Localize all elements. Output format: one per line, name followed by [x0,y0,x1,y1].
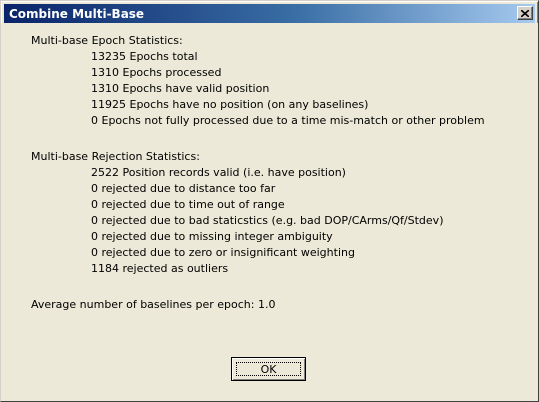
combine-multi-base-dialog: Combine Multi-Base Multi-base Epoch Stat… [0,0,539,402]
rejection-stat-line: 1184 rejected as outliers [91,262,229,275]
title-bar[interactable]: Combine Multi-Base [4,4,535,23]
rejection-stat-line: 2522 Position records valid (i.e. have p… [91,166,346,179]
epoch-stat-line: 1310 Epochs processed [91,66,222,79]
window-title: Combine Multi-Base [9,6,145,21]
rejection-stat-line: 0 rejected due to distance too far [91,182,276,195]
close-icon [521,9,529,17]
rejection-stat-line: 0 rejected due to missing integer ambigu… [91,230,333,243]
ok-button-label: OK [260,362,277,376]
rejection-statistics-heading: Multi-base Rejection Statistics: [31,150,200,163]
rejection-stat-line: 0 rejected due to zero or insignificant … [91,246,355,259]
rejection-stat-line: 0 rejected due to bad staticstics (e.g. … [91,214,444,227]
close-button[interactable] [517,6,533,20]
ok-button[interactable]: OK [231,357,306,381]
epoch-statistics-heading: Multi-base Epoch Statistics: [31,34,183,47]
epoch-stat-line: 13235 Epochs total [91,50,198,63]
epoch-stat-line: 11925 Epochs have no position (on any ba… [91,98,369,111]
dialog-body: Multi-base Epoch Statistics: 13235 Epoch… [1,23,538,401]
epoch-stat-line: 0 Epochs not fully processed due to a ti… [91,114,485,127]
epoch-stat-line: 1310 Epochs have valid position [91,82,270,95]
rejection-stat-line: 0 rejected due to time out of range [91,198,285,211]
average-baselines-text: Average number of baselines per epoch: 1… [31,298,276,311]
